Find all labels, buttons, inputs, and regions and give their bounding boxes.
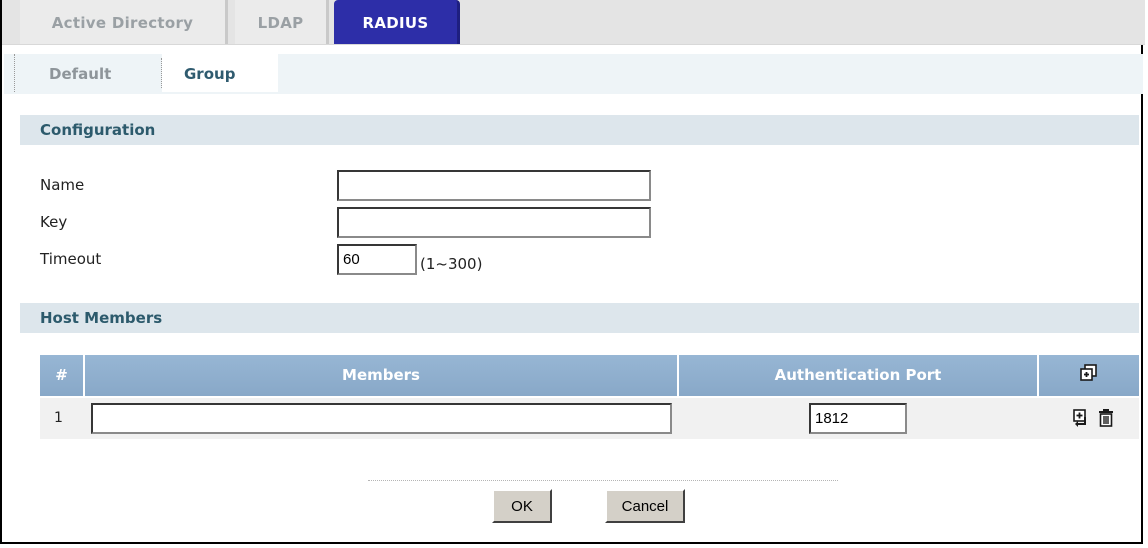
ok-button[interactable]: OK	[492, 489, 552, 523]
tab-active-directory[interactable]: Active Directory	[20, 0, 228, 44]
column-header-authentication-port: Authentication Port	[679, 355, 1037, 396]
button-divider	[368, 480, 838, 481]
name-field[interactable]	[337, 170, 651, 201]
tab-ldap[interactable]: LDAP	[235, 0, 329, 44]
timeout-field[interactable]	[337, 244, 417, 275]
name-label: Name	[40, 176, 85, 194]
timeout-range-hint: (1~300)	[420, 255, 483, 273]
key-label: Key	[40, 213, 68, 231]
table-row: 1	[40, 398, 1139, 439]
timeout-label: Timeout	[40, 250, 102, 268]
host-members-section-header: Host Members	[20, 303, 1139, 333]
add-icon[interactable]	[1079, 363, 1099, 383]
auth-server-tabbar: Active Directory LDAP RADIUS	[2, 0, 1145, 45]
subtab-group[interactable]: Group	[162, 54, 278, 92]
tab-radius[interactable]: RADIUS	[334, 0, 460, 44]
configuration-section-header: Configuration	[20, 115, 1139, 145]
cancel-button[interactable]: Cancel	[605, 489, 685, 523]
radius-subtabbar: Default Group	[4, 54, 1143, 94]
trash-icon[interactable]	[1096, 408, 1116, 428]
key-field[interactable]	[337, 207, 651, 238]
column-header-members: Members	[85, 355, 677, 396]
subtab-default[interactable]: Default	[14, 54, 162, 92]
authentication-port-field[interactable]	[809, 403, 907, 434]
column-header-actions	[1039, 355, 1139, 396]
row-index: 1	[54, 410, 63, 426]
column-header-index: #	[40, 355, 83, 396]
radius-group-panel: Active Directory LDAP RADIUS Default Gro…	[0, 0, 1145, 544]
insert-icon[interactable]	[1072, 408, 1092, 428]
member-field[interactable]	[91, 403, 672, 434]
